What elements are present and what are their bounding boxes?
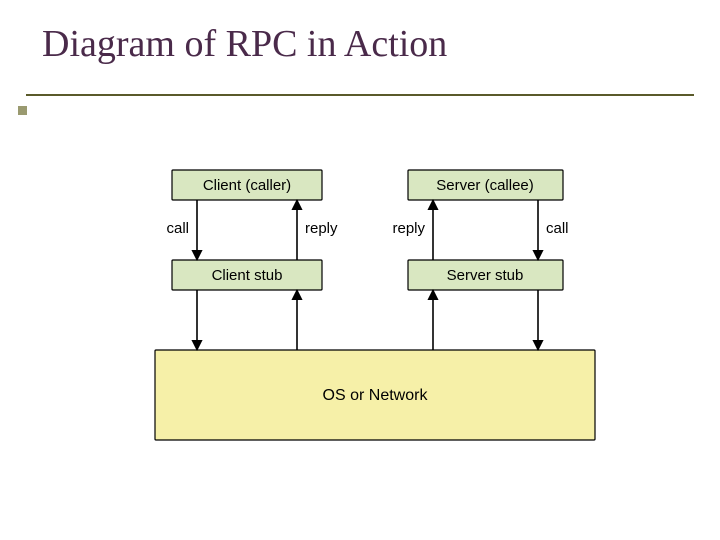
edge-label-call-right: call [546,220,569,237]
client-stub-label: Client stub [212,267,283,284]
server-stub-label: Server stub [447,267,524,284]
edge-label-reply-right: reply [392,220,425,237]
edge-label-reply-left: reply [305,220,338,237]
server-callee-label: Server (callee) [436,177,534,194]
rpc-diagram: Client (caller) Server (callee) Client s… [0,0,720,540]
slide: Diagram of RPC in Action Client (caller)… [0,0,720,540]
edge-label-call-left: call [166,220,189,237]
os-network-label: OS or Network [323,387,429,404]
client-caller-label: Client (caller) [203,177,291,194]
